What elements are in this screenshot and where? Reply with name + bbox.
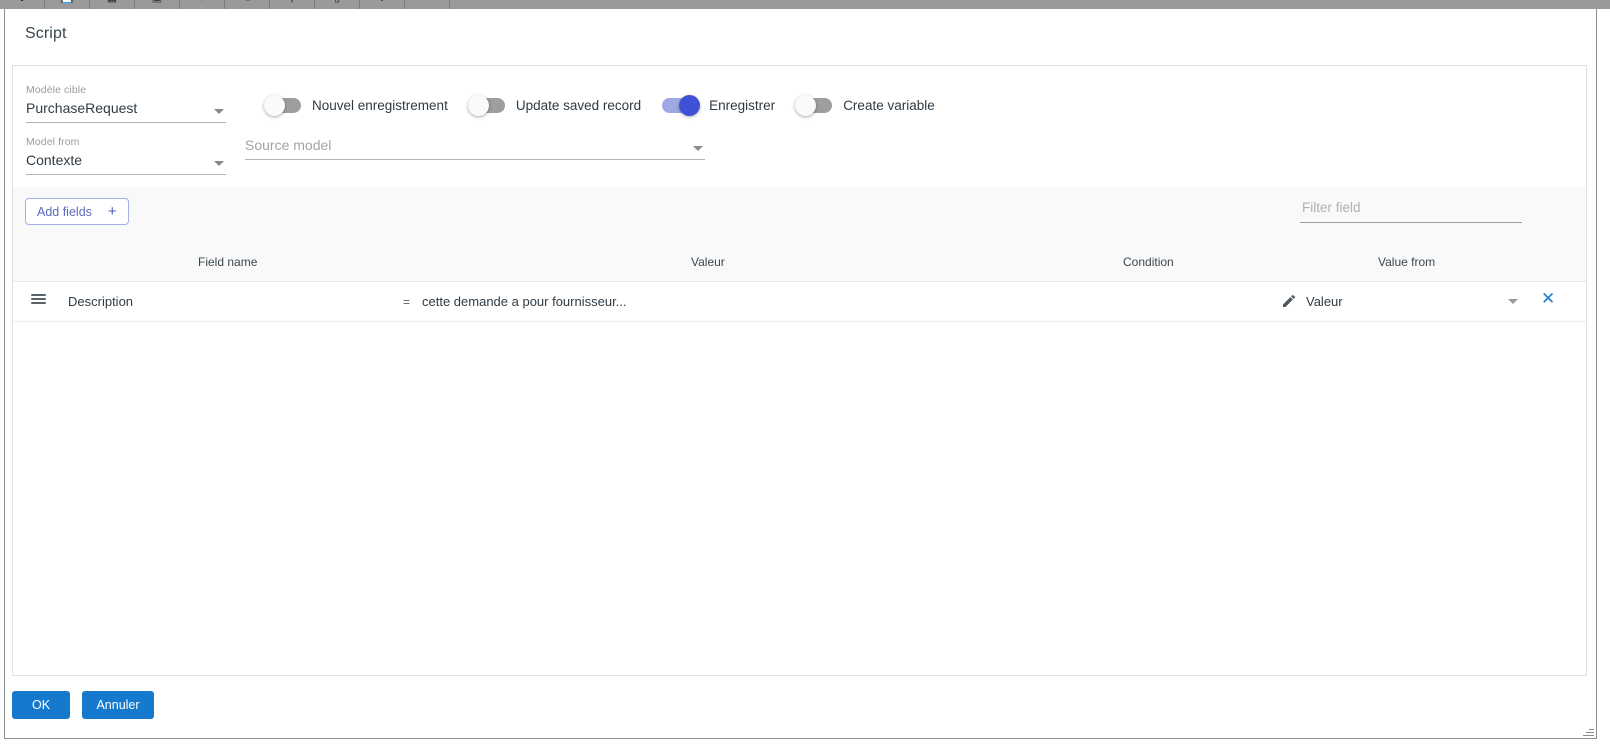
switch-thumb bbox=[795, 95, 817, 116]
column-header-condition: Condition bbox=[1123, 255, 1174, 269]
toggle-new-record[interactable]: Nouvel enregistrement bbox=[264, 95, 448, 116]
toolbar-icon-extra[interactable] bbox=[405, 0, 450, 9]
image-icon: ▣ bbox=[152, 0, 162, 4]
key-icon: ⚲ bbox=[288, 0, 296, 4]
chevron-down-icon bbox=[214, 161, 224, 166]
save-icon: 💾 bbox=[60, 0, 74, 4]
drag-handle-icon[interactable] bbox=[31, 294, 46, 306]
toolbar-icon-save[interactable]: 💾 bbox=[45, 0, 90, 9]
column-header-valeur: Valeur bbox=[691, 255, 725, 269]
toggle-update-saved-record-label: Update saved record bbox=[515, 98, 642, 113]
toolbar-icon-image[interactable]: ▣ bbox=[135, 0, 180, 9]
page-title: Script bbox=[25, 25, 67, 42]
toggle-group: Nouvel enregistrement Update saved recor… bbox=[264, 95, 956, 116]
fields-grid: Add fields + Field name Valeur Condition… bbox=[13, 187, 1586, 675]
source-model-group: Source model bbox=[245, 136, 705, 160]
grid-icon: ▦ bbox=[107, 0, 117, 4]
toggle-enregistrer-label: Enregistrer bbox=[709, 98, 776, 113]
link-icon: ✥ bbox=[377, 0, 386, 4]
filter-field-input[interactable] bbox=[1300, 199, 1526, 216]
switch-track bbox=[467, 95, 505, 116]
cursor-icon: ✚ bbox=[17, 0, 26, 4]
cancel-button[interactable]: Annuler bbox=[82, 691, 154, 719]
add-fields-button[interactable]: Add fields + bbox=[25, 198, 129, 225]
toggle-new-record-label: Nouvel enregistrement bbox=[312, 98, 448, 113]
pencil-icon[interactable] bbox=[1281, 293, 1297, 309]
cell-valeur[interactable]: cette demande a pour fournisseur... bbox=[422, 294, 627, 309]
add-fields-label: Add fields bbox=[37, 204, 92, 219]
monitor-icon: ▯ bbox=[334, 0, 340, 4]
switch-track bbox=[662, 95, 701, 116]
toggle-create-variable-label: Create variable bbox=[843, 98, 935, 113]
toggle-create-variable[interactable]: Create variable bbox=[795, 95, 935, 116]
ok-button[interactable]: OK bbox=[12, 691, 70, 719]
filter-field-wrapper bbox=[1300, 199, 1526, 223]
model-from-select[interactable]: Contexte bbox=[26, 151, 226, 175]
toolbar-icon-people[interactable]: ☃ bbox=[225, 0, 270, 9]
resize-grip-icon[interactable] bbox=[1582, 725, 1594, 737]
switch-thumb bbox=[264, 95, 285, 116]
chevron-down-icon bbox=[214, 109, 224, 114]
table-row[interactable]: Description = cette demande a pour fourn… bbox=[13, 282, 1586, 322]
model-from-value: Contexte bbox=[26, 152, 83, 168]
target-model-value: PurchaseRequest bbox=[26, 100, 138, 116]
cell-operator: = bbox=[403, 295, 411, 309]
toolbar-icon-grid[interactable]: ▦ bbox=[90, 0, 135, 9]
column-header-value-from: Value from bbox=[1378, 255, 1436, 269]
script-editor-card: Modèle cible PurchaseRequest Model from … bbox=[12, 65, 1587, 676]
toolbar-icon-monitor[interactable]: ▯ bbox=[315, 0, 360, 9]
drag-line bbox=[31, 302, 46, 304]
toolbar-icon-link[interactable]: ✥ bbox=[360, 0, 405, 9]
source-model-value: Source model bbox=[245, 137, 332, 153]
dialog-footer: OK Annuler bbox=[12, 691, 162, 719]
cell-value-from[interactable]: Valeur bbox=[1306, 294, 1343, 309]
model-from-group: Model from Contexte bbox=[26, 136, 226, 175]
switch-track bbox=[264, 95, 301, 116]
model-from-label: Model from bbox=[26, 136, 80, 148]
target-model-group: Modèle cible PurchaseRequest bbox=[26, 84, 226, 123]
cell-field-name[interactable]: Description bbox=[68, 294, 133, 309]
remove-row-button[interactable]: ✕ bbox=[1541, 290, 1555, 307]
toolbar-icon-group: ✚ 💾 ▦ ▣ ◐ ☃ ⚲ ▯ ✥ bbox=[0, 0, 450, 9]
switch-thumb bbox=[679, 95, 701, 116]
toolbar-icon-chart[interactable]: ◐ bbox=[180, 0, 225, 9]
script-dialog-window: Script Modèle cible PurchaseRequest Mode… bbox=[4, 9, 1597, 739]
drag-line bbox=[31, 294, 46, 296]
toggle-update-saved-record[interactable]: Update saved record bbox=[467, 95, 642, 116]
people-icon: ☃ bbox=[242, 0, 252, 4]
source-model-select[interactable]: Source model bbox=[245, 136, 705, 160]
target-model-label: Modèle cible bbox=[26, 84, 87, 96]
grid-toolbar: Add fields + bbox=[13, 187, 1586, 244]
chevron-down-icon[interactable] bbox=[1508, 299, 1518, 304]
toolbar-icon-cursor[interactable]: ✚ bbox=[0, 0, 45, 9]
app-toolbar-strip: ✚ 💾 ▦ ▣ ◐ ☃ ⚲ ▯ ✥ bbox=[0, 0, 1610, 9]
switch-thumb bbox=[467, 95, 489, 116]
toggle-enregistrer[interactable]: Enregistrer bbox=[662, 95, 776, 116]
chart-icon: ◐ bbox=[199, 0, 206, 4]
form-section: Modèle cible PurchaseRequest Model from … bbox=[13, 66, 1586, 187]
drag-line bbox=[31, 298, 46, 300]
column-header-field-name: Field name bbox=[198, 255, 258, 269]
chevron-down-icon bbox=[693, 146, 703, 151]
target-model-select[interactable]: PurchaseRequest bbox=[26, 99, 226, 123]
switch-track bbox=[795, 95, 833, 116]
grid-header-row: Field name Valeur Condition Value from bbox=[13, 244, 1586, 282]
plus-icon: + bbox=[107, 203, 117, 220]
toolbar-icon-key[interactable]: ⚲ bbox=[270, 0, 315, 9]
